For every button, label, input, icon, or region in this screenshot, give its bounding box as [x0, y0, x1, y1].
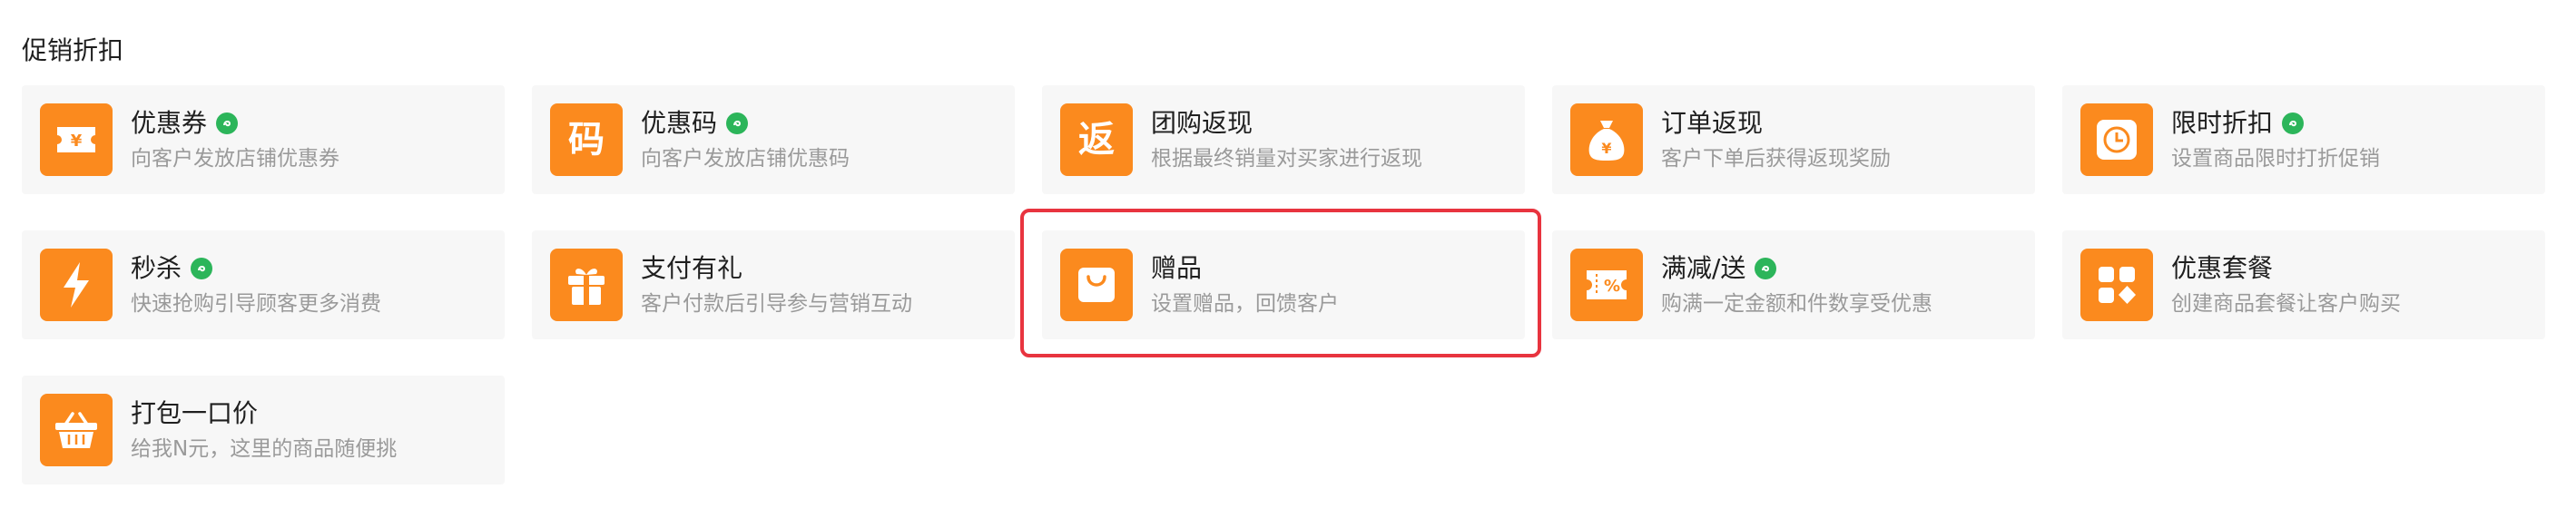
card-description: 向客户发放店铺优惠券	[131, 147, 339, 171]
card-title-row: 优惠码	[641, 105, 749, 142]
card-title-row: 赠品	[1151, 250, 1202, 287]
card-payment-gift[interactable]: 支付有礼 客户付款后引导参与营销互动	[532, 230, 1015, 339]
card-title-row: 限时折扣	[2171, 105, 2305, 142]
gift-icon	[550, 249, 623, 321]
coupon-icon: ¥	[40, 103, 113, 176]
card-coupon[interactable]: ¥ 优惠券 向客户发放店铺优惠券	[22, 85, 505, 194]
card-title: 优惠券	[131, 108, 208, 138]
card-description: 客户下单后获得返现奖励	[1661, 147, 1891, 171]
money-bag-icon: ¥	[1570, 103, 1643, 176]
section-title: 促销折扣	[22, 35, 124, 65]
code-icon: 码	[550, 103, 623, 176]
svg-text:%: %	[1604, 277, 1620, 296]
miniprogram-icon	[191, 258, 213, 279]
card-title-row: 满减/送	[1661, 250, 1777, 287]
code-glyph: 码	[568, 119, 605, 161]
card-description: 给我N元，这里的商品随便挑	[131, 437, 398, 461]
card-title: 团购返现	[1151, 108, 1254, 138]
promotions-page: 促销折扣 ¥ 优惠券 向客户发放店铺优惠券 码 优惠码 向客户发放店铺优惠码 返…	[0, 0, 2576, 528]
package-icon	[2080, 249, 2153, 321]
card-description: 向客户发放店铺优惠码	[641, 147, 850, 171]
card-description: 根据最终销量对买家进行返现	[1151, 147, 1422, 171]
card-title: 优惠套餐	[2171, 253, 2274, 283]
card-description: 设置赠品，回馈客户	[1151, 292, 1339, 316]
miniprogram-icon	[216, 112, 239, 134]
card-title-row: 优惠券	[131, 105, 239, 142]
card-title-row: 打包一口价	[131, 396, 258, 432]
return-glyph: 返	[1078, 119, 1115, 161]
card-title: 秒杀	[131, 253, 182, 283]
clock-icon	[2080, 103, 2153, 176]
card-title-row: 团购返现	[1151, 105, 1253, 142]
card-bundle-price[interactable]: 打包一口价 给我N元，这里的商品随便挑	[22, 376, 505, 484]
miniprogram-icon	[1755, 258, 1777, 279]
card-description: 客户付款后引导参与营销互动	[641, 292, 912, 316]
lightning-icon	[40, 249, 113, 321]
miniprogram-icon	[726, 112, 749, 134]
card-title: 优惠码	[641, 108, 718, 138]
card-description: 创建商品套餐让客户购买	[2171, 292, 2401, 316]
card-description: 设置商品限时打折促销	[2171, 147, 2380, 171]
basket-icon	[40, 394, 113, 466]
card-promo-code[interactable]: 码 优惠码 向客户发放店铺优惠码	[532, 85, 1015, 194]
card-limited-discount[interactable]: 限时折扣 设置商品限时打折促销	[2062, 85, 2545, 194]
card-giveaway[interactable]: 赠品 设置赠品，回馈客户	[1042, 230, 1525, 339]
card-flash-sale[interactable]: 秒杀 快速抢购引导顾客更多消费	[22, 230, 505, 339]
card-description: 快速抢购引导顾客更多消费	[131, 292, 381, 316]
card-title-row: 优惠套餐	[2171, 250, 2273, 287]
card-title: 打包一口价	[131, 398, 259, 428]
card-bundle-package[interactable]: 优惠套餐 创建商品套餐让客户购买	[2062, 230, 2545, 339]
card-title: 订单返现	[1661, 108, 1764, 138]
card-title: 限时折扣	[2171, 108, 2274, 138]
card-description: 购满一定金额和件数享受优惠	[1661, 292, 1932, 316]
svg-text:¥: ¥	[1601, 140, 1611, 157]
card-order-cashback[interactable]: ¥ 订单返现 客户下单后获得返现奖励	[1552, 85, 2035, 194]
card-group-cashback[interactable]: 返 团购返现 根据最终销量对买家进行返现	[1042, 85, 1525, 194]
miniprogram-icon	[2282, 112, 2305, 134]
card-full-reduction[interactable]: % 满减/送 购满一定金额和件数享受优惠	[1552, 230, 2035, 339]
return-icon: 返	[1060, 103, 1133, 176]
card-title: 赠品	[1151, 253, 1203, 283]
promotion-tools-grid: ¥ 优惠券 向客户发放店铺优惠券 码 优惠码 向客户发放店铺优惠码 返 团购返现…	[22, 85, 2545, 484]
card-title: 满减/送	[1661, 253, 1746, 283]
card-title-row: 秒杀	[131, 250, 213, 287]
discount-ticket-icon: %	[1570, 249, 1643, 321]
card-title: 支付有礼	[641, 253, 743, 283]
shopping-bag-icon	[1060, 249, 1133, 321]
card-title-row: 订单返现	[1661, 105, 1763, 142]
svg-text:¥: ¥	[71, 132, 83, 151]
card-title-row: 支付有礼	[641, 250, 742, 287]
